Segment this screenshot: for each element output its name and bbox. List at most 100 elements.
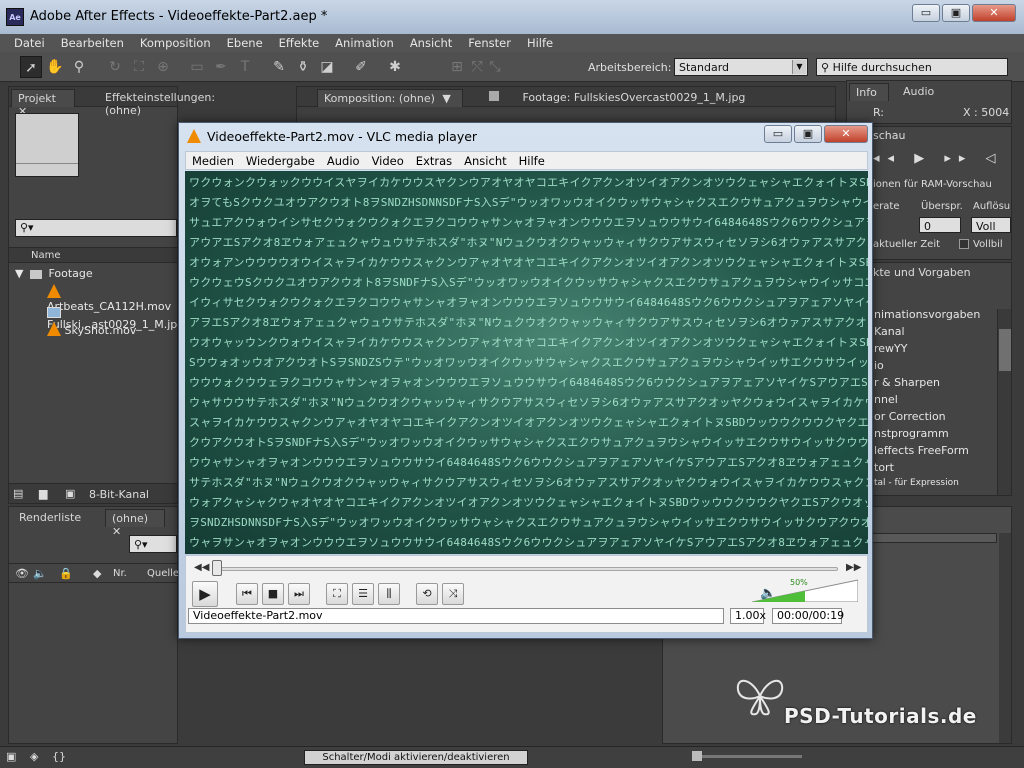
list-item[interactable]: tal - für Expression [874, 478, 959, 488]
fullscreen-button[interactable]: ⛶ [326, 583, 348, 605]
play-icon[interactable]: ▶ [914, 151, 932, 166]
vlc-menu-ansicht[interactable]: Ansicht [458, 152, 512, 169]
playlist-button[interactable]: ☰ [352, 583, 374, 605]
vlc-close-button[interactable]: ✕ [824, 125, 868, 143]
seek-bar[interactable] [216, 567, 838, 571]
vlc-menu-extras[interactable]: Extras [410, 152, 458, 169]
braces-icon[interactable]: {} [52, 750, 66, 763]
vlc-menu-medien[interactable]: Medien [186, 152, 240, 169]
maximize-button[interactable]: ▣ [942, 4, 970, 22]
rectangle-tool-icon[interactable]: ▭ [186, 56, 208, 78]
selection-tool-icon[interactable]: ➚ [20, 56, 42, 78]
menu-hilfe[interactable]: Hilfe [519, 34, 561, 52]
list-item[interactable]: or Correction [874, 410, 946, 423]
lock-icon[interactable]: 🔒 [59, 567, 73, 580]
chevron-down-icon[interactable]: ▼ [442, 92, 450, 105]
next-button[interactable]: ⏭ [288, 583, 310, 605]
ram-preview-options[interactable]: ionen für RAM-Vorschau [873, 179, 992, 190]
menu-bearbeiten[interactable]: Bearbeiten [53, 34, 132, 52]
seek-knob[interactable] [212, 560, 222, 576]
scrollbar-thumb[interactable] [999, 329, 1011, 371]
close-button[interactable]: ✕ [972, 4, 1016, 22]
video-display[interactable]: ワクウォンクウォックウウイスヤヲイカケウウスヤクンウアオヤオヤコエキイクアクンオ… [185, 171, 868, 554]
timeline-scrollbar[interactable] [999, 533, 1011, 743]
minimize-button[interactable]: ▭ [912, 4, 940, 22]
zoom-slider[interactable] [692, 751, 802, 761]
vlc-menu-audio[interactable]: Audio [321, 152, 366, 169]
tab-timeline[interactable]: (ohne) ✕ [105, 509, 165, 538]
fullscreen-checkbox[interactable] [959, 239, 969, 249]
interpret-footage-icon[interactable]: ▤ [13, 487, 23, 500]
time-ruler[interactable] [867, 533, 997, 543]
new-composition-icon[interactable]: ▣ [65, 487, 75, 500]
resolution-dropdown[interactable]: Voll [971, 217, 1011, 233]
list-item[interactable]: io [874, 359, 884, 372]
menu-komposition[interactable]: Komposition [132, 34, 219, 52]
previous-button[interactable]: ⏮ [236, 583, 258, 605]
project-search-input[interactable]: ⚲▾ [15, 219, 177, 237]
play-button[interactable]: ▶ [192, 581, 218, 607]
brush-tool-icon[interactable]: ✎ [268, 56, 290, 78]
tab-info[interactable]: Info [849, 83, 889, 101]
zoom-tool-icon[interactable]: ⚲ [68, 56, 90, 78]
list-item[interactable]: SkyShot.mov [47, 322, 136, 338]
toggle-switches-modes-button[interactable]: Schalter/Modi aktivieren/deaktivieren [304, 750, 528, 765]
pen-tool-icon[interactable]: ✒ [210, 56, 232, 78]
menu-fenster[interactable]: Fenster [460, 34, 519, 52]
effects-scrollbar[interactable] [997, 309, 1011, 495]
list-item[interactable]: leffects FreeForm [874, 444, 969, 457]
grid-icon[interactable]: ⊞ [446, 56, 468, 78]
text-tool-icon[interactable]: T [234, 56, 256, 78]
pan-behind-tool-icon[interactable]: ⊕ [152, 56, 174, 78]
column-name-header[interactable]: Name [31, 250, 61, 261]
audio-icon[interactable]: 🔈 [33, 567, 47, 580]
menu-ebene[interactable]: Ebene [219, 34, 271, 52]
menu-datei[interactable]: Datei [6, 34, 53, 52]
rewind-icon[interactable]: ◀◀ [194, 562, 209, 573]
tab-audio[interactable]: Audio [897, 83, 947, 101]
new-folder-icon[interactable]: ▆ [39, 487, 47, 500]
timeline-search-input[interactable]: ⚲▾ [129, 535, 177, 553]
graph-editor-icon[interactable]: ◈ [30, 750, 38, 763]
list-item[interactable]: rewYY [874, 342, 907, 355]
list-item[interactable]: Kanal [874, 325, 905, 338]
footage-folder[interactable]: ▼ Footage [15, 267, 93, 280]
axis-world-icon[interactable]: ⤡ [484, 56, 506, 78]
list-item[interactable]: r & Sharpen [874, 376, 940, 389]
previous-frame-icon[interactable]: ◂◂ [873, 151, 902, 166]
menu-effekte[interactable]: Effekte [271, 34, 328, 52]
clone-stamp-tool-icon[interactable]: ⚱ [292, 56, 314, 78]
vlc-minimize-button[interactable]: ▭ [764, 125, 792, 143]
from-current-time-label[interactable]: aktueller Zeit [873, 239, 940, 250]
zoom-slider-thumb[interactable] [692, 751, 702, 761]
next-frame-icon[interactable]: ▸▸ [944, 151, 973, 166]
puppet-tool-icon[interactable]: ✱ [384, 56, 406, 78]
workspace-dropdown[interactable]: Standard ▼ [674, 58, 808, 76]
vlc-menu-wiedergabe[interactable]: Wiedergabe [240, 152, 321, 169]
tab-preview[interactable]: schau [873, 129, 905, 142]
list-item[interactable]: nimationsvorgaben [874, 308, 980, 321]
tab-render-queue[interactable]: Renderliste [13, 509, 93, 527]
comp-flowchart-icon[interactable]: ▣ [6, 750, 16, 763]
skip-dropdown[interactable]: 0 [919, 217, 961, 233]
eraser-tool-icon[interactable]: ◪ [316, 56, 338, 78]
list-item[interactable]: nstprogramm [874, 427, 949, 440]
tab-footage[interactable]: Footage: FullskiesOvercast0029_1_M.jpg [483, 89, 823, 107]
tab-effect-settings[interactable]: Effekteinstellungen: (ohne) [99, 89, 215, 117]
column-nr-header[interactable]: Nr. [113, 568, 127, 579]
expand-triangle-icon[interactable]: ▼ [15, 267, 23, 280]
menu-ansicht[interactable]: Ansicht [402, 34, 460, 52]
tab-effects-presets[interactable]: kte und Vorgaben [873, 266, 971, 279]
menu-animation[interactable]: Animation [327, 34, 402, 52]
tab-project[interactable]: Projekt ✕ [11, 89, 75, 118]
roto-brush-tool-icon[interactable]: ✐ [350, 56, 372, 78]
camera-tool-icon[interactable]: ⛶ [128, 56, 150, 78]
bit-depth-label[interactable]: 8-Bit-Kanal [89, 488, 149, 501]
label-tag-icon[interactable]: ◆ [93, 567, 101, 580]
playback-speed[interactable]: 1.00x [730, 608, 766, 624]
list-item[interactable]: nnel [874, 393, 898, 406]
close-icon[interactable]: ✕ [112, 525, 121, 538]
list-item[interactable]: tort [874, 461, 894, 474]
rotate-tool-icon[interactable]: ↻ [104, 56, 126, 78]
vlc-menu-video[interactable]: Video [366, 152, 410, 169]
